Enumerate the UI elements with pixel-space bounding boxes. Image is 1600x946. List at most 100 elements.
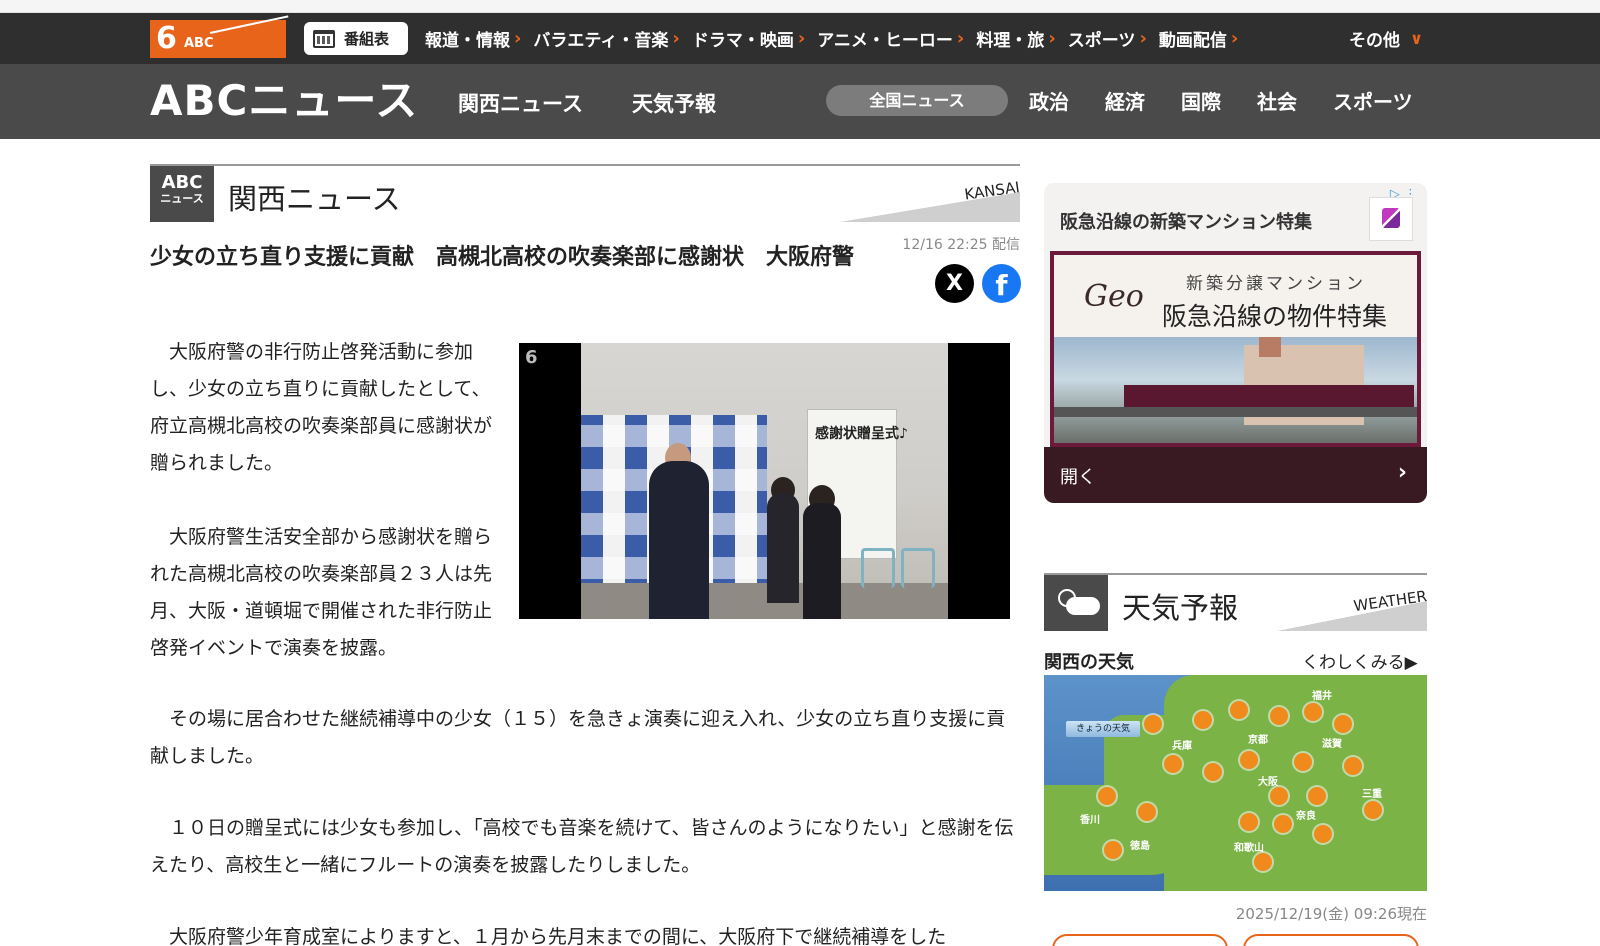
gnav-item-anime[interactable]: アニメ・ヒーロー › [817,26,964,51]
sunny-icon [1194,711,1212,729]
gnav-item-video[interactable]: 動画配信 › [1159,26,1238,51]
sidebar-ad[interactable]: 阪急沿線の新築マンション特集 ▷ ⋮ Geo 新築分譲マンション 阪急沿線の物件… [1044,183,1427,503]
section-title: 関西ニュース [228,182,401,216]
sunny-icon [1270,707,1288,725]
officer-figure [649,461,709,619]
abc-news-logo[interactable]: ABCニュース [150,78,418,124]
channel-6-watermark-icon: 6 [525,347,538,368]
article-paragraph-5: 大阪府警少年育成室によりますと、１月から先月末までの間に、大阪府下で継続補導をし… [150,926,947,946]
ad-open-label: 開く [1060,467,1096,488]
weather-region-title: 関西の天気 [1044,652,1134,673]
sunny-icon [1254,853,1272,871]
gnav-item-cooking[interactable]: 料理・旅 › [976,26,1055,51]
pref-label: 和歌山 [1234,843,1264,854]
gnav-item-news[interactable]: 報道・情報 › [425,26,521,51]
weather-updated: 2025/12/19(金) 09:26現在 [1235,905,1427,923]
pref-label: 滋賀 [1322,739,1342,750]
ad-banner[interactable]: Geo 新築分譲マンション 阪急沿線の物件特集 [1050,251,1421,447]
ad-line-2: 阪急沿線の物件特集 [1162,302,1388,331]
sunny-icon [1274,815,1292,833]
pref-label: 香川 [1080,815,1100,826]
student-figure [803,503,841,619]
article-date: 12/16 22:25 配信 [902,237,1020,253]
sunny-icon [1098,787,1116,805]
sunny-icon [1314,825,1332,843]
ad-brand: Geo [1084,279,1144,314]
poster-text: 感謝状贈呈式♪ [815,426,908,442]
weather-title: 天気予報 [1122,591,1239,625]
chevron-right-icon: › [1048,28,1056,49]
sunny-icon [1240,813,1258,831]
tab-international[interactable]: 国際 [1181,86,1221,115]
ad-open-bar[interactable]: 開く › [1044,447,1427,503]
gnav-other-dropdown[interactable]: その他 ∨ [1349,13,1423,64]
pref-label: 大阪 [1258,777,1278,788]
pref-label: 奈良 [1296,811,1316,822]
global-nav-items: 報道・情報 › バラエティ・音楽 › ドラマ・映画 › アニメ・ヒーロー › 料理・旅 ›… [425,13,1250,64]
article-photo: 感謝状贈呈式♪ 6 [519,343,1010,619]
pref-label: 三重 [1362,789,1382,800]
gnav-item-drama[interactable]: ドラマ・映画 › [692,26,805,51]
chevron-right-icon: › [672,28,680,49]
program-guide-button[interactable]: 番組表 [304,22,408,55]
chevron-right-icon: › [1397,460,1407,485]
news-header: ABCニュース 関西ニュース 天気予報 全国ニュース 政治 経済 国際 社会 ス… [0,64,1600,139]
sunny-icon [1104,841,1122,859]
article-paragraph-2: 大阪府警生活安全部から感謝状を贈られた高槻北高校の吹奏楽部員２３人は先月、大阪・… [150,526,493,659]
nav-link-kansai[interactable]: 関西ニュース [458,88,583,118]
weather-button[interactable] [1243,934,1419,946]
ad-headline: 阪急沿線の新築マンション特集 [1060,212,1312,233]
chevron-right-icon: › [514,28,522,49]
weather-map-tag: きょうの天気 [1066,721,1140,737]
pref-label: 兵庫 [1172,741,1192,752]
share-x-button[interactable]: X [935,264,974,303]
sunny-icon [1204,763,1222,781]
section-badge: ABC ニュース [150,166,214,222]
weather-icon [1044,575,1108,631]
ad-photo [1054,337,1417,443]
sunny-icon [1294,753,1312,771]
sunny-icon [1230,701,1248,719]
sunny-icon [1240,751,1258,769]
tab-sports[interactable]: スポーツ [1333,86,1413,115]
tab-economy[interactable]: 経済 [1105,86,1145,115]
sunny-icon [1270,787,1288,805]
global-nav: 6 ABC 番組表 報道・情報 › バラエティ・音楽 › ドラマ・映画 › アニメ・ヒ… [0,13,1600,64]
weather-header: 天気予報 WEATHER [1044,573,1428,631]
gnav-item-variety[interactable]: バラエティ・音楽 › [533,26,679,51]
pref-label: 徳島 [1130,841,1150,852]
sunny-icon [1334,715,1352,733]
student-figure [767,493,799,603]
sunny-icon [1344,757,1362,775]
ad-line-1: 新築分譲マンション [1186,274,1366,294]
sunny-icon [1304,703,1322,721]
calendar-icon [313,29,335,48]
article-title: 少女の立ち直り支援に貢献 高槻北高校の吹奏楽部に感謝状 大阪府警 [150,245,855,270]
program-guide-label: 番組表 [344,30,390,48]
advertiser-logo [1369,197,1413,241]
nav-link-weather[interactable]: 天気予報 [632,88,716,118]
sunny-icon [1364,801,1382,819]
chevron-right-icon: › [1230,28,1239,49]
sunny-icon [1308,787,1326,805]
sunny-icon [1144,715,1162,733]
chevron-down-icon: ∨ [1410,29,1423,48]
weather-map[interactable]: きょうの天気 福井 兵庫 京都 滋賀 大阪 三重 香川 奈良 徳島 和歌山 [1044,675,1427,891]
sunny-icon [1138,803,1156,821]
chevron-right-icon: › [956,28,965,49]
weather-button[interactable] [1052,934,1228,946]
section-header: ABC ニュース 関西ニュース KANSAI [150,164,1021,222]
article-paragraph-4: １０日の贈呈式には少女も参加し、「高校でも音楽を続けて、皆さんのようになりたい」… [150,817,1014,876]
tab-society[interactable]: 社会 [1257,86,1297,115]
tab-national-news[interactable]: 全国ニュース [826,85,1008,116]
gnav-item-sports[interactable]: スポーツ › [1068,26,1147,51]
abc-logo[interactable]: 6 ABC [150,15,289,58]
weather-more-link[interactable]: くわしくみる▶ [1302,648,1418,673]
chevron-right-icon: › [1139,28,1147,49]
article-paragraph-3: その場に居合わせた継続補導中の少女（１５）を急きょ演奏に迎え入れ、少女の立ち直り… [150,708,1006,767]
share-facebook-button[interactable]: f [982,264,1021,303]
article-paragraph-1: 大阪府警の非行防止啓発活動に参加し、少女の立ち直りに貢献したとして、府立高槻北高… [150,341,493,474]
tab-politics[interactable]: 政治 [1029,86,1069,115]
pref-label: 福井 [1312,691,1332,702]
pref-label: 京都 [1248,735,1268,746]
